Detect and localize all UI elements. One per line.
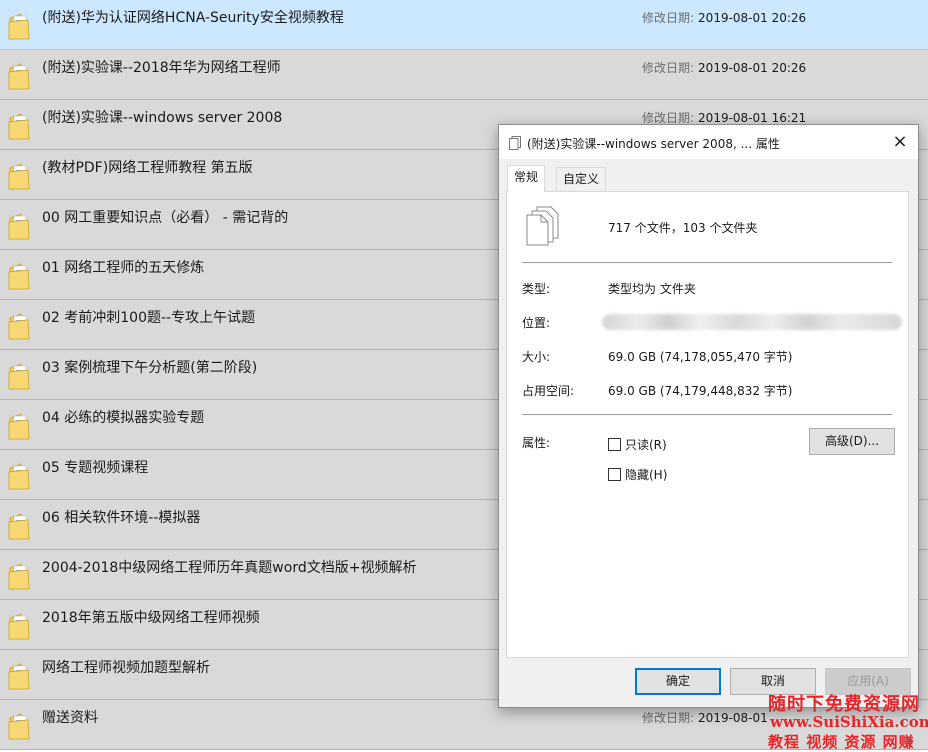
- folder-name: 网络工程师视频加题型解析: [42, 660, 210, 676]
- hidden-label: 隐藏(H): [625, 468, 668, 482]
- file-folder-count: 717 个文件，103 个文件夹: [608, 221, 758, 235]
- dialog-title: (附送)实验课--windows server 2008, ... 属性: [527, 137, 780, 151]
- multiple-files-icon: [526, 206, 559, 246]
- folder-icon: [8, 563, 30, 590]
- folder-icon: [8, 663, 30, 690]
- folder-icon: [8, 613, 30, 640]
- modified-date-value: 2019-08-01 16:21: [698, 111, 807, 125]
- folder-icon: [8, 63, 30, 90]
- folder-name: 05 专题视频课程: [42, 460, 149, 476]
- general-panel: 717 个文件，103 个文件夹 类型: 类型均为 文件夹 位置: 大小: 69…: [506, 191, 909, 658]
- tab-custom[interactable]: 自定义: [556, 167, 607, 191]
- folder-name: 02 考前冲刺100题--专攻上午试题: [42, 310, 256, 326]
- modified-date-label: 修改日期:: [642, 111, 695, 125]
- modified-date-value: 2019-08-01 20:26: [698, 11, 807, 25]
- folder-name: 2018年第五版中级网络工程师视频: [42, 610, 260, 626]
- folder-name: 03 案例梳理下午分析题(第二阶段): [42, 360, 258, 376]
- location-label: 位置:: [522, 316, 551, 330]
- divider: [522, 414, 892, 415]
- readonly-checkbox[interactable]: 只读(R): [608, 436, 667, 452]
- divider: [522, 262, 892, 263]
- ok-button[interactable]: 确定: [635, 668, 721, 695]
- disk-size-label: 占用空间:: [522, 384, 575, 398]
- modified-date-label: 修改日期:: [642, 711, 695, 725]
- modified-date: 修改日期: 2019-08-01: [642, 709, 768, 726]
- checkbox-box[interactable]: [608, 438, 621, 451]
- watermark-line-3: 教程 视频 资源 网赚: [768, 733, 915, 751]
- location-value-redacted: [602, 314, 902, 330]
- advanced-button[interactable]: 高级(D)...: [809, 428, 895, 455]
- folder-icon: [8, 13, 30, 40]
- folder-name: 04 必练的模拟器实验专题: [42, 410, 205, 426]
- folder-name: 06 相关软件环境--模拟器: [42, 510, 201, 526]
- size-value: 69.0 GB (74,178,055,470 字节): [608, 350, 793, 364]
- folder-icon: [8, 413, 30, 440]
- close-icon[interactable]: ×: [886, 128, 914, 156]
- type-value: 类型均为 文件夹: [608, 282, 696, 296]
- modified-date: 修改日期: 2019-08-01 20:26: [642, 9, 806, 26]
- folder-row[interactable]: (附送)实验课--2018年华为网络工程师 修改日期: 2019-08-01 20:…: [0, 50, 928, 100]
- modified-date-value: 2019-08-01 20:26: [698, 61, 807, 75]
- modified-date-label: 修改日期:: [642, 61, 695, 75]
- folder-name: 2004-2018中级网络工程师历年真题word文档版+视频解析: [42, 560, 417, 576]
- folder-properties-icon: [509, 136, 521, 150]
- size-label: 大小:: [522, 350, 551, 364]
- folder-icon: [8, 263, 30, 290]
- folder-name: (附送)实验课--2018年华为网络工程师: [42, 60, 281, 76]
- checkbox-box[interactable]: [608, 468, 621, 481]
- folder-icon: [8, 313, 30, 340]
- folder-row[interactable]: (附送)华为认证网络HCNA-Seurity安全视频教程 修改日期: 2019-08…: [0, 0, 928, 50]
- folder-name: (教材PDF)网络工程师教程 第五版: [42, 160, 253, 176]
- properties-dialog: (附送)实验课--windows server 2008, ... 属性 × 常…: [498, 124, 919, 708]
- folder-name: 赠送资料: [42, 710, 98, 726]
- folder-icon: [8, 513, 30, 540]
- readonly-label: 只读(R): [625, 438, 667, 452]
- folder-name: 01 网络工程师的五天修炼: [42, 260, 205, 276]
- folder-icon: [8, 163, 30, 190]
- modified-date-label: 修改日期:: [642, 11, 695, 25]
- disk-size-value: 69.0 GB (74,179,448,832 字节): [608, 384, 793, 398]
- folder-icon: [8, 363, 30, 390]
- folder-name: (附送)华为认证网络HCNA-Seurity安全视频教程: [42, 10, 344, 26]
- tab-general[interactable]: 常规: [507, 165, 546, 192]
- folder-icon: [8, 713, 30, 740]
- folder-icon: [8, 213, 30, 240]
- attributes-label: 属性:: [522, 436, 551, 450]
- folder-icon: [8, 463, 30, 490]
- folder-name: (附送)实验课--windows server 2008: [42, 110, 283, 126]
- watermark-line-2: www.SuiShiXia.com: [770, 713, 928, 731]
- modified-date: 修改日期: 2019-08-01 20:26: [642, 59, 806, 76]
- dialog-titlebar[interactable]: (附送)实验课--windows server 2008, ... 属性 ×: [499, 125, 918, 159]
- folder-name: 00 网工重要知识点（必看） - 需记背的: [42, 210, 289, 226]
- modified-date-value: 2019-08-01: [698, 711, 768, 725]
- type-label: 类型:: [522, 282, 551, 296]
- folder-icon: [8, 113, 30, 140]
- hidden-checkbox[interactable]: 隐藏(H): [608, 466, 667, 482]
- site-watermark: 随时下免费资源网 www.SuiShiXia.com 教程 视频 资源 网赚: [766, 688, 928, 752]
